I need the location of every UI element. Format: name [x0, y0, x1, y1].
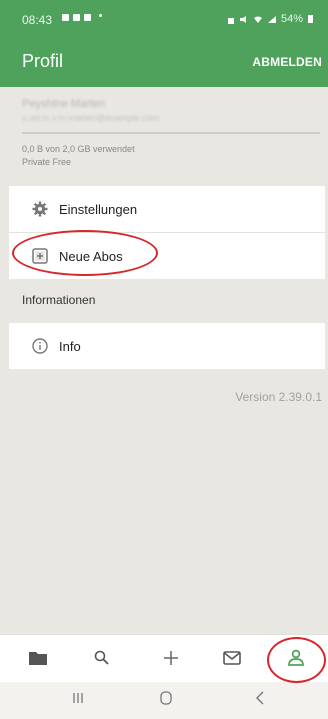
app-version: Version 2.39.0.1	[235, 390, 322, 404]
mute-icon	[239, 15, 246, 23]
menu-item-label: Info	[59, 339, 81, 354]
plus-box-icon	[32, 248, 48, 264]
status-bar: 08:43 54%	[0, 0, 328, 38]
battery-icon	[308, 15, 313, 23]
battery-percent: 54%	[280, 13, 303, 25]
signal-icon	[267, 15, 276, 23]
logout-button[interactable]: ABMELDEN	[252, 55, 322, 69]
page-title: Profil	[22, 51, 64, 71]
person-icon[interactable]	[285, 647, 307, 669]
menu-item-neue-abos[interactable]: Neue Abos	[9, 233, 325, 279]
notification-icon	[84, 14, 91, 21]
lock-icon	[227, 17, 234, 24]
menu-item-label: Neue Abos	[59, 249, 123, 264]
search-icon[interactable]	[91, 647, 113, 669]
app-header: 08:43 54% Profil ABMELDEN	[0, 0, 328, 87]
info-menu-card: Info	[9, 323, 325, 369]
menu-item-einstellungen[interactable]: Einstellungen	[9, 186, 325, 232]
system-navigation-bar	[0, 682, 328, 719]
bottom-navigation	[0, 634, 328, 683]
wifi-icon	[253, 16, 262, 23]
settings-menu-card: Einstellungen Neue Abos	[9, 186, 325, 279]
menu-item-info[interactable]: Info	[9, 323, 325, 369]
envelope-icon[interactable]	[221, 647, 243, 669]
status-notification-icons	[62, 14, 102, 21]
plan-name: Private Free	[22, 157, 72, 167]
plus-icon[interactable]	[160, 647, 182, 669]
section-title-informationen: Informationen	[22, 293, 96, 307]
info-icon	[32, 338, 48, 354]
storage-usage-text: 0,0 B von 2,0 GB verwendet	[22, 144, 135, 154]
gear-icon	[32, 201, 48, 217]
menu-item-label: Einstellungen	[59, 202, 138, 217]
back-icon[interactable]	[250, 688, 270, 708]
folder-icon[interactable]	[27, 647, 49, 669]
account-name: Peyshtne Marten	[22, 98, 106, 110]
recent-apps-icon[interactable]	[68, 688, 88, 708]
storage-usage-bar	[22, 132, 320, 134]
status-right: 54%	[227, 13, 314, 25]
home-icon[interactable]	[156, 688, 176, 708]
notification-icon	[73, 14, 80, 21]
notification-icon	[62, 14, 69, 21]
status-time: 08:43	[22, 13, 53, 27]
account-email: u.ad.m.v.m.marten@example.com	[22, 113, 160, 123]
more-notifications-icon	[99, 14, 102, 17]
